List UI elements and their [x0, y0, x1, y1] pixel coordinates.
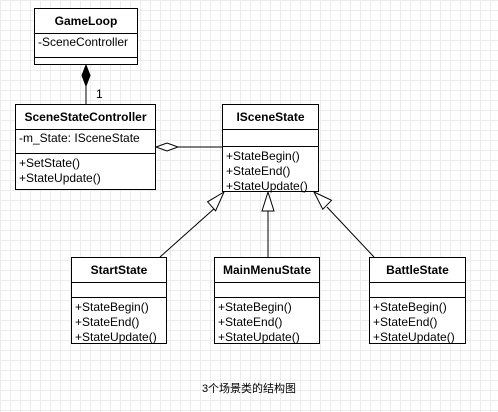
operation: +StateUpdate(): [218, 330, 300, 344]
class-name: ISceneState: [223, 105, 318, 130]
operation: +StateUpdate(): [373, 330, 455, 344]
operation: +StateUpdate(): [75, 330, 157, 344]
class-name: StartState: [72, 258, 166, 283]
class-operations: +SetState() +StateUpdate(): [16, 154, 155, 188]
class-name: BattleState: [370, 258, 465, 283]
operation: +StateBegin(): [218, 300, 292, 314]
class-attributes: -m_State: ISceneState: [16, 130, 155, 154]
operation: +SetState(): [19, 156, 81, 170]
class-operations: [35, 58, 137, 62]
class-operations: +StateBegin() +StateEnd() +StateUpdate(): [370, 298, 465, 347]
class-operations: +StateBegin() +StateEnd() +StateUpdate(): [72, 298, 166, 347]
generalization-line-battle: [326, 206, 375, 258]
operation: +StateEnd(): [75, 315, 140, 329]
aggregation-diamond: [154, 142, 180, 152]
multiplicity-label: 1: [96, 87, 103, 101]
operation: +StateBegin(): [226, 149, 300, 163]
operation: +StateUpdate(): [226, 179, 308, 193]
diagram-caption: 3个场景类的结构图: [201, 383, 297, 395]
generalization-line-start: [159, 206, 217, 258]
operation: +StateBegin(): [373, 300, 447, 314]
class-name: SceneStateController: [16, 105, 155, 130]
operation: +StateEnd(): [226, 164, 291, 178]
operation: +StateBegin(): [75, 300, 149, 314]
class-name: MainMenuState: [215, 258, 319, 283]
class-attributes: [223, 130, 318, 147]
class-attributes: [370, 283, 465, 298]
class-operations: +StateBegin() +StateEnd() +StateUpdate(): [223, 147, 318, 196]
class-battlestate[interactable]: BattleState +StateBegin() +StateEnd() +S…: [369, 257, 466, 344]
class-gameloop[interactable]: GameLoop -SceneController: [34, 8, 138, 65]
class-iscenestate[interactable]: ISceneState +StateBegin() +StateEnd() +S…: [222, 104, 319, 193]
class-attributes: [72, 283, 166, 298]
class-attributes: -SceneController: [35, 34, 137, 58]
class-scenestatecontroller[interactable]: SceneStateController -m_State: ISceneSta…: [15, 104, 156, 190]
operation: +StateEnd(): [373, 315, 438, 329]
class-startstate[interactable]: StartState +StateBegin() +StateEnd() +St…: [71, 257, 167, 344]
composition-diamond: [81, 63, 91, 88]
class-attributes: [215, 283, 319, 298]
operation: +StateUpdate(): [19, 171, 101, 185]
attribute: -m_State: ISceneState: [19, 131, 140, 145]
attribute: -SceneController: [38, 35, 129, 49]
class-operations: +StateBegin() +StateEnd() +StateUpdate(): [215, 298, 319, 347]
class-mainmenustate[interactable]: MainMenuState +StateBegin() +StateEnd() …: [214, 257, 320, 344]
class-name: GameLoop: [35, 9, 137, 34]
operation: +StateEnd(): [218, 315, 283, 329]
generalization-arrow-start: [206, 190, 226, 212]
